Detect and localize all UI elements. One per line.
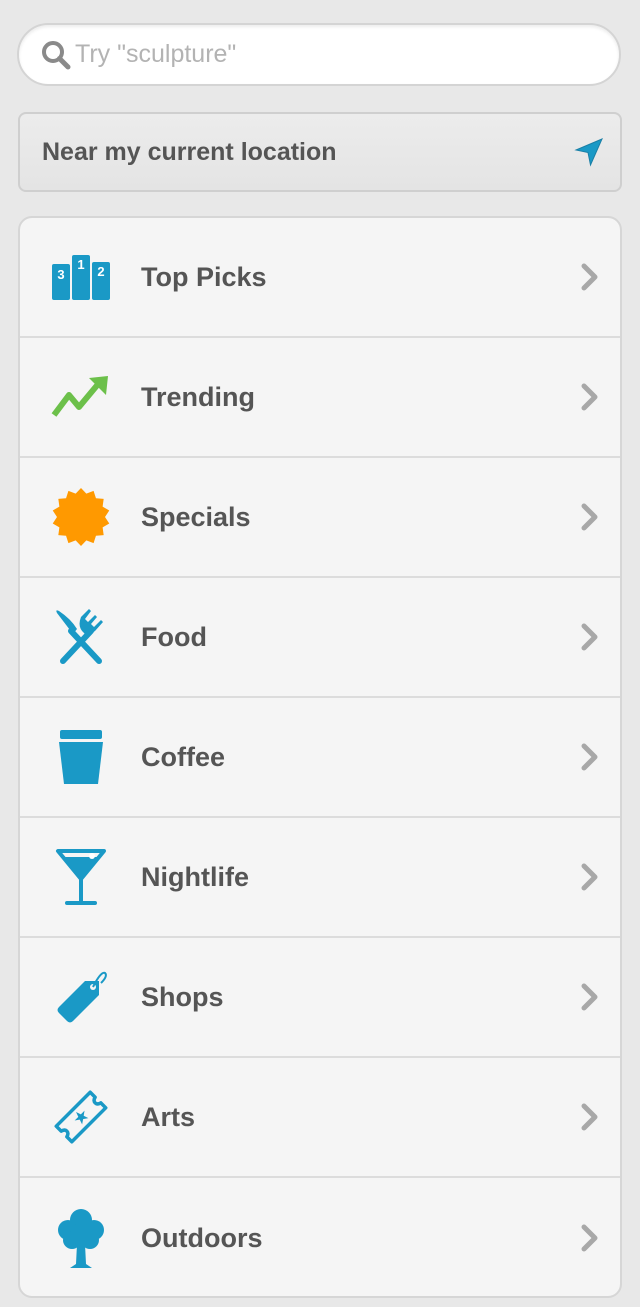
chevron-right-icon	[580, 623, 600, 651]
location-label: Near my current location	[42, 137, 337, 166]
tree-icon	[49, 1206, 113, 1270]
category-item-top-picks[interactable]: 3 1 2 Top Picks	[20, 218, 620, 338]
svg-text:2: 2	[97, 264, 104, 279]
category-label: Outdoors	[141, 1222, 263, 1253]
category-item-food[interactable]: Food	[20, 578, 620, 698]
category-item-coffee[interactable]: Coffee	[20, 698, 620, 818]
starburst-icon	[49, 485, 113, 549]
price-tag-icon	[49, 965, 113, 1029]
search-bar[interactable]	[17, 23, 621, 86]
category-label: Nightlife	[141, 861, 249, 892]
category-label: Trending	[141, 381, 255, 412]
category-item-shops[interactable]: Shops	[20, 938, 620, 1058]
category-label: Top Picks	[141, 261, 267, 292]
category-item-arts[interactable]: Arts	[20, 1058, 620, 1178]
category-item-nightlife[interactable]: Nightlife	[20, 818, 620, 938]
chevron-right-icon	[580, 1103, 600, 1131]
martini-glass-icon	[49, 845, 113, 909]
near-location-button[interactable]: Near my current location	[18, 112, 622, 192]
chevron-right-icon	[580, 983, 600, 1011]
ticket-icon	[49, 1085, 113, 1149]
chevron-right-icon	[580, 1224, 600, 1252]
category-item-specials[interactable]: Specials	[20, 458, 620, 578]
svg-text:1: 1	[77, 257, 84, 272]
category-label: Coffee	[141, 741, 226, 772]
podium-icon: 3 1 2	[49, 245, 113, 309]
category-item-trending[interactable]: Trending	[20, 338, 620, 458]
svg-text:3: 3	[57, 267, 64, 282]
chevron-right-icon	[580, 263, 600, 291]
fork-knife-icon	[49, 605, 113, 669]
search-input[interactable]	[75, 40, 555, 69]
chevron-right-icon	[580, 383, 600, 411]
search-icon	[39, 38, 73, 72]
chevron-right-icon	[580, 743, 600, 771]
category-label: Specials	[141, 501, 251, 532]
chevron-right-icon	[580, 503, 600, 531]
category-label: Food	[141, 621, 207, 652]
chevron-right-icon	[580, 863, 600, 891]
category-item-outdoors[interactable]: Outdoors	[20, 1178, 620, 1296]
category-list: 3 1 2 Top Picks Trending Specials Food C…	[18, 216, 622, 1298]
category-label: Shops	[141, 981, 224, 1012]
coffee-cup-icon	[49, 725, 113, 789]
location-arrow-icon	[574, 137, 604, 167]
trending-arrow-icon	[49, 365, 113, 429]
category-label: Arts	[141, 1101, 196, 1132]
